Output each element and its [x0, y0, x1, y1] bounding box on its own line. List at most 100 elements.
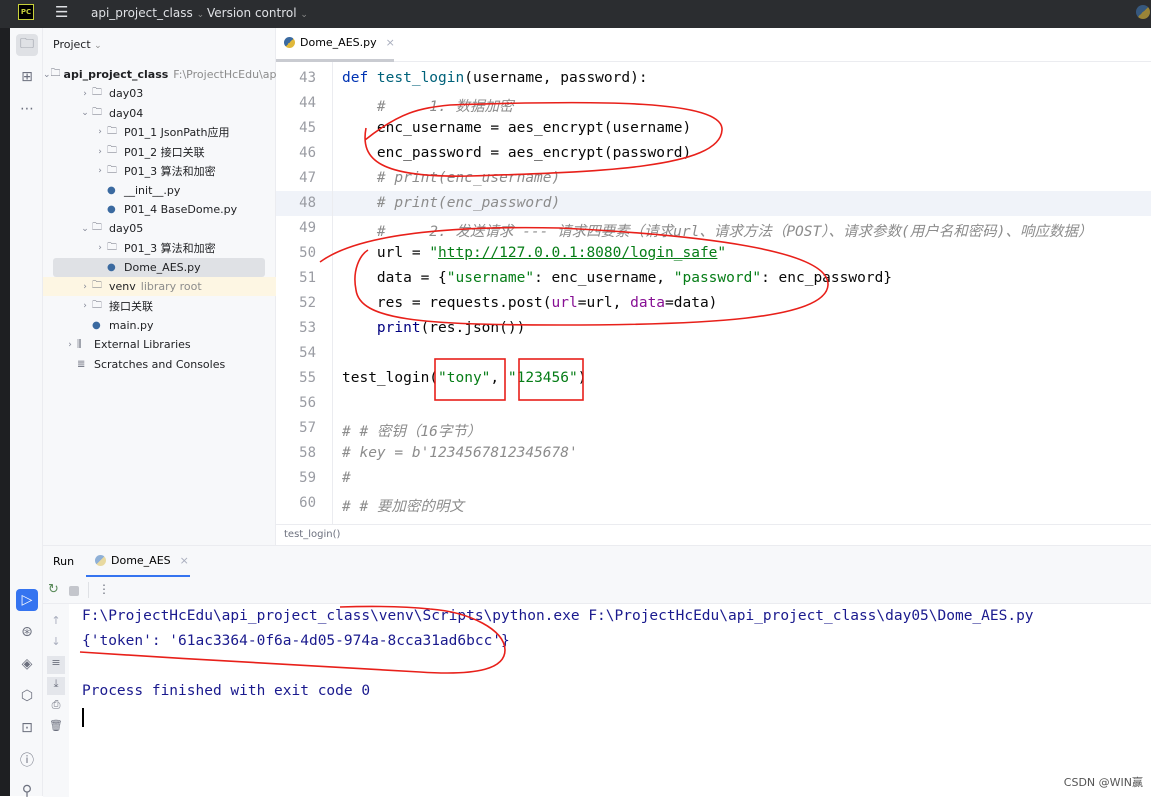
line-number[interactable]: 60 — [276, 495, 316, 511]
code-token: "username" — [446, 270, 535, 286]
chevron-icon[interactable]: › — [93, 166, 107, 176]
folder-icon: 🗀 — [50, 68, 61, 79]
chevron-icon[interactable]: › — [78, 301, 92, 311]
structure-icon[interactable]: ⊞ — [16, 66, 38, 88]
chevron-icon[interactable]: › — [93, 127, 107, 137]
print-icon[interactable]: ⎙ — [47, 698, 65, 716]
python-icon: ● — [107, 262, 116, 273]
close-run-tab-icon[interactable]: × — [180, 554, 189, 567]
code-line[interactable]: url = "http://127.0.0.1:8080/login_safe" — [342, 245, 726, 261]
tree-item[interactable]: ⌄ 🗀 api_project_class F:\ProjectHcEdu\api — [43, 65, 280, 84]
code-line[interactable]: res = requests.post(url=url, data=data) — [342, 295, 718, 311]
line-number[interactable]: 43 — [276, 70, 316, 86]
scroll-to-end-icon[interactable]: ⤓ — [47, 677, 65, 695]
line-number[interactable]: 58 — [276, 445, 316, 461]
line-number[interactable]: 45 — [276, 120, 316, 136]
vcs-selector[interactable]: Version control ⌄ — [207, 6, 308, 20]
line-number[interactable]: 53 — [276, 320, 316, 336]
breadcrumb[interactable]: test_login() — [276, 524, 1151, 544]
line-number[interactable]: 44 — [276, 95, 316, 111]
git-icon[interactable]: ⚲ — [16, 780, 38, 802]
tree-item[interactable]: ● main.py — [43, 316, 276, 335]
chevron-icon[interactable]: ⌄ — [78, 224, 92, 234]
problems-icon[interactable]: ⓘ — [16, 749, 38, 771]
line-number[interactable]: 57 — [276, 420, 316, 436]
tree-item[interactable]: ≣ Scratches and Consoles — [43, 355, 276, 374]
line-number[interactable]: 56 — [276, 395, 316, 411]
tab-dome-aes[interactable]: Dome_AES.py × — [284, 36, 395, 49]
more-icon[interactable]: ⋯ — [16, 98, 38, 120]
line-number[interactable]: 50 — [276, 245, 316, 261]
close-tab-icon[interactable]: × — [386, 36, 395, 49]
code-line[interactable]: # # 要加密的明文 — [342, 495, 464, 516]
line-number[interactable]: 49 — [276, 220, 316, 236]
line-number[interactable]: 54 — [276, 345, 316, 361]
rerun-icon[interactable]: ↻ — [48, 582, 59, 597]
line-number[interactable]: 59 — [276, 470, 316, 486]
code-line[interactable]: enc_username = aes_encrypt(username) — [342, 120, 691, 136]
tree-item[interactable]: › 🗀 day03 — [43, 84, 276, 103]
chevron-icon[interactable]: › — [93, 147, 107, 157]
code-token: enc_password = aes_encrypt(password) — [342, 145, 692, 161]
chevron-icon[interactable]: › — [93, 243, 107, 253]
line-number[interactable]: 46 — [276, 145, 316, 161]
tree-item[interactable]: › 🗀 P01_1 JsonPath应用 — [43, 123, 276, 142]
line-number[interactable]: 55 — [276, 370, 316, 386]
tree-item[interactable]: › 🗀 接口关联 — [43, 297, 276, 316]
project-selector[interactable]: api_project_class ⌄ — [91, 6, 204, 20]
more-options-icon[interactable]: ⋮ — [98, 582, 110, 596]
project-header[interactable]: Project ⌄ — [53, 38, 102, 51]
python-console-icon[interactable]: ⊛ — [16, 621, 38, 643]
code-line[interactable]: # print(enc_username) — [342, 170, 560, 186]
terminal-icon[interactable]: ⊡ — [16, 717, 38, 739]
tab-run-dome-aes[interactable]: Dome_AES × — [95, 554, 189, 567]
breadcrumb-function[interactable]: test_login() — [284, 529, 340, 540]
tree-item[interactable]: ⌄ 🗀 day04 — [43, 104, 276, 123]
tree-item-label: venv — [109, 280, 136, 294]
project-folder-icon[interactable]: 🗀 — [16, 34, 38, 56]
line-number[interactable]: 51 — [276, 270, 316, 286]
code-line[interactable]: # 2. 发送请求 --- 请求四要素（请求url、请求方法（POST）、请求参… — [342, 220, 1093, 241]
run-icon[interactable]: ▷ — [16, 589, 38, 611]
tree-item[interactable]: › 🗀 P01_3 算法和加密 — [43, 162, 276, 181]
services-icon[interactable]: ⬡ — [16, 685, 38, 707]
tree-item[interactable]: ● P01_4 BaseDome.py — [43, 200, 276, 219]
chevron-icon[interactable]: › — [63, 340, 77, 350]
python-interpreter-icon[interactable] — [1136, 5, 1150, 19]
tree-item[interactable]: › 🗀 P01_2 接口关联 — [43, 142, 276, 161]
code-line[interactable]: # # 密钥（16字节） — [342, 420, 481, 441]
trash-icon[interactable]: 🗑 — [47, 719, 65, 737]
run-title: Run — [53, 555, 75, 568]
tree-item[interactable]: ● __init__.py — [43, 181, 276, 200]
code-line[interactable]: enc_password = aes_encrypt(password) — [342, 145, 691, 161]
tree-item-label: main.py — [109, 318, 154, 332]
main-menu-icon[interactable]: ☰ — [55, 3, 68, 21]
tree-item[interactable]: ● Dome_AES.py — [53, 258, 265, 277]
code-line[interactable]: # — [342, 470, 351, 486]
layers-icon[interactable]: ◈ — [16, 653, 38, 675]
stop-icon[interactable] — [69, 586, 79, 596]
line-number[interactable]: 52 — [276, 295, 316, 311]
tree-item[interactable]: › ⫼ External Libraries — [43, 335, 276, 354]
soft-wrap-icon[interactable]: ≡ — [47, 656, 65, 674]
code-line[interactable]: test_login("tony", "123456") — [342, 370, 586, 386]
chevron-icon[interactable]: › — [78, 282, 92, 292]
code-line[interactable]: print(res.json()) — [342, 320, 525, 336]
code-line[interactable]: # 1. 数据加密 — [342, 95, 514, 116]
code-line[interactable]: data = {"username": enc_username, "passw… — [342, 270, 892, 286]
line-number[interactable]: 47 — [276, 170, 316, 186]
code-line[interactable]: # print(enc_password) — [342, 195, 560, 211]
chevron-icon[interactable]: ⌄ — [78, 108, 92, 118]
code-line[interactable]: def test_login(username, password): — [342, 70, 648, 86]
tree-item[interactable]: ⌄ 🗀 day05 — [43, 219, 276, 238]
tree-item[interactable]: › 🗀 P01_3 算法和加密 — [43, 239, 276, 258]
code-editor[interactable]: 43 def test_login(username, password): 44 … — [276, 62, 1151, 524]
up-arrow-icon[interactable]: ↑ — [47, 614, 65, 632]
chevron-icon[interactable]: › — [78, 89, 92, 99]
code-line[interactable]: # key = b'1234567812345678' — [342, 445, 578, 461]
line-number[interactable]: 48 — [276, 195, 316, 211]
tree-item-label: P01_2 接口关联 — [124, 145, 205, 159]
down-arrow-icon[interactable]: ↓ — [47, 635, 65, 653]
tree-item[interactable]: › 🗀 venv library root — [43, 277, 276, 297]
chevron-icon[interactable]: ⌄ — [43, 70, 51, 80]
